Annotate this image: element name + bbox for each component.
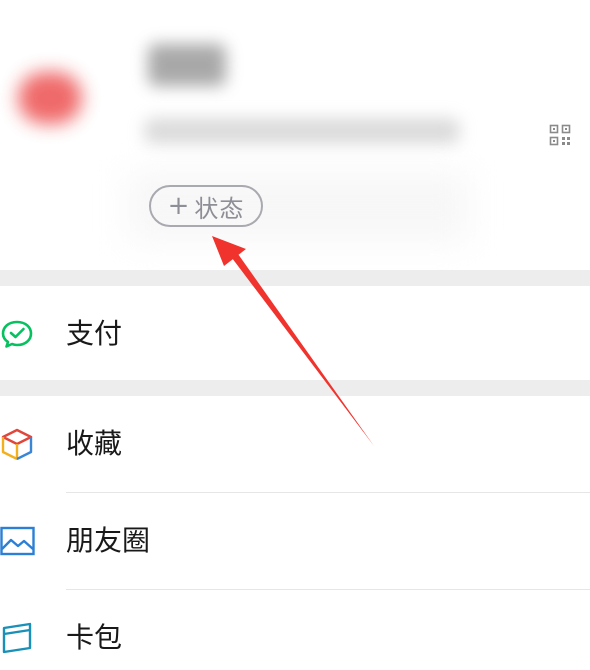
wechat-pay-icon <box>1 320 33 348</box>
nickname-blurred <box>148 44 226 86</box>
add-status-button[interactable]: + 状态 <box>149 185 263 227</box>
card-wallet-icon <box>2 622 32 654</box>
moments-picture-icon <box>0 526 35 556</box>
favorites-cube-icon <box>1 428 33 460</box>
section-gap <box>0 380 590 396</box>
menu-item-label: 朋友圈 <box>66 524 151 557</box>
menu-item-cards[interactable]: 卡包 <box>0 590 590 670</box>
plus-icon: + <box>167 191 191 221</box>
menu-item-favorites[interactable]: 收藏 <box>0 396 590 492</box>
menu-item-moments[interactable]: 朋友圈 <box>0 493 590 589</box>
menu-item-label: 收藏 <box>66 427 123 460</box>
menu-item-pay[interactable]: 支付 <box>0 286 590 382</box>
wechat-id-blurred <box>144 118 460 144</box>
menu-item-label: 支付 <box>66 317 123 350</box>
section-gap <box>0 270 590 286</box>
status-button-label: 状态 <box>194 194 245 223</box>
menu-item-label: 卡包 <box>66 621 123 654</box>
profile-header[interactable]: + 状态 <box>0 0 590 270</box>
avatar[interactable] <box>18 72 82 124</box>
qr-code-icon[interactable] <box>549 124 571 146</box>
